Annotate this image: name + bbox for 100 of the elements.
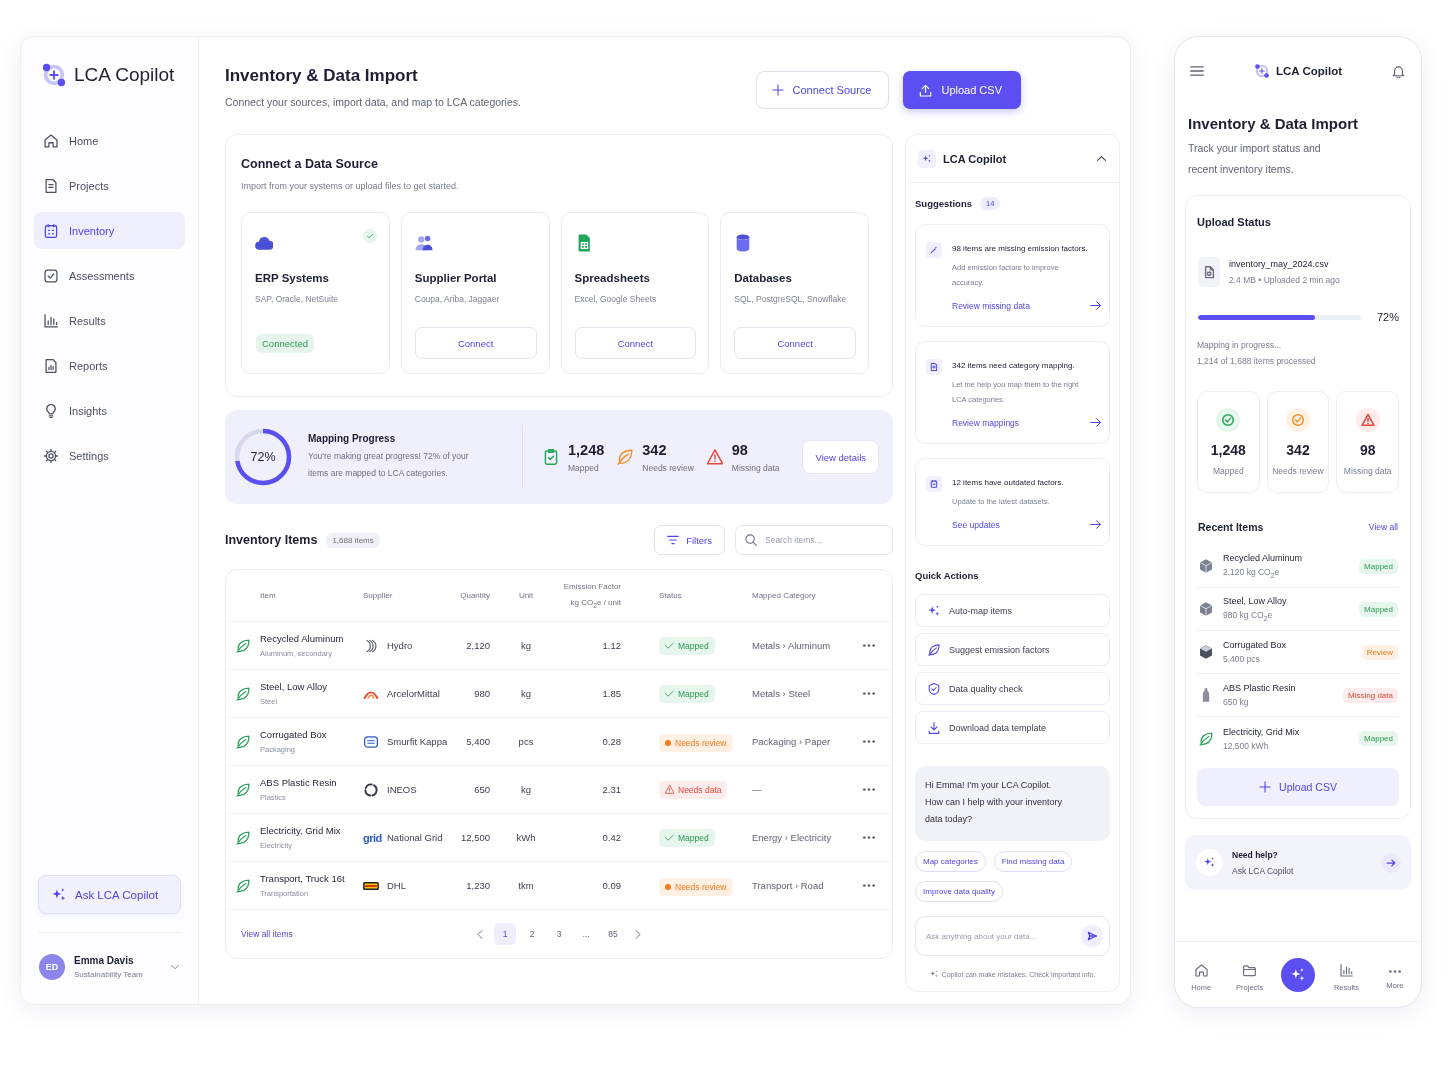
column-header: Quantity [459, 591, 491, 600]
bell-icon[interactable] [1392, 64, 1405, 78]
source-name: Spreadsheets [574, 272, 650, 284]
view-all-link[interactable]: View all [1368, 522, 1398, 532]
suggestion-link[interactable]: See updates [952, 519, 1000, 530]
factor-cell-text: 0.28 [601, 736, 621, 747]
chat-message: How can I help with your inventory data today? [925, 796, 1064, 826]
file-name: inventory_may_2024.csv [1229, 259, 1329, 269]
users-icon [414, 234, 433, 252]
chat-input[interactable]: Ask anything about your data... [915, 916, 1110, 956]
sparkle-icon [1196, 849, 1223, 876]
quick-action[interactable]: Data quality check [915, 672, 1110, 705]
item-name: Steel, Low Alloy [260, 681, 328, 692]
mapped-category: Metals › Aluminum [751, 640, 832, 651]
nav-item[interactable]: Inventory [34, 212, 185, 249]
suggestion-link[interactable]: Review mappings [952, 417, 1020, 428]
page-button[interactable]: 2 [521, 923, 543, 945]
column-header: Status [658, 591, 683, 600]
nav-item[interactable]: Projects [34, 167, 185, 204]
check-icon [665, 833, 674, 843]
item-name: Transport, Truck 16t [260, 873, 345, 884]
nav-item[interactable]: Home [34, 122, 185, 159]
suggestion-chip[interactable]: Improve data quality [915, 881, 1004, 902]
quantity-cell-text: 1,230 [465, 880, 491, 891]
suggestion-chip[interactable]: Find missing data [993, 851, 1073, 872]
upload-csv-button[interactable]: Upload CSV [1197, 768, 1399, 806]
view-all-link[interactable]: View all items [241, 929, 293, 939]
column-header: Emission Factor [563, 582, 621, 592]
count-badge: 1,688 items [326, 532, 380, 548]
status-label: Mapped [678, 688, 709, 699]
ask-copilot-button[interactable]: Ask LCA Copilot [38, 875, 181, 914]
page-button[interactable]: 3 [548, 923, 570, 945]
page-button[interactable]: ... [575, 923, 597, 945]
leaf-icon [236, 878, 250, 893]
status-label: Mapped [678, 832, 709, 843]
report-icon [44, 358, 58, 373]
filter-icon [667, 534, 680, 546]
more-icon[interactable] [863, 788, 875, 791]
more-icon[interactable] [863, 740, 875, 743]
arrow-right-icon[interactable] [1090, 417, 1101, 428]
suggestion-chip[interactable]: Map categories [915, 851, 986, 872]
check-icon [665, 689, 674, 699]
mapped-category: Metals › Steel [751, 688, 812, 699]
item-detail: 650 kg [1223, 697, 1249, 707]
help-card[interactable]: Need help? Ask LCA Copilot [1185, 835, 1411, 890]
more-icon[interactable] [863, 884, 875, 887]
section-title: Quick Actions [915, 570, 979, 581]
send-icon[interactable] [1081, 925, 1103, 947]
more-icon[interactable] [863, 692, 875, 695]
suggestion-title: 12 items have outdated factors. [952, 477, 1064, 489]
chevron-up-icon[interactable] [1097, 154, 1106, 163]
search-icon [745, 534, 757, 546]
page-button[interactable]: 85 [602, 923, 624, 945]
column-header: Supplier [363, 591, 394, 600]
page-button[interactable]: 1 [494, 923, 516, 945]
leaf-icon [236, 830, 250, 845]
nav-item[interactable]: Insights [34, 392, 185, 429]
connect-button[interactable]: Connect [414, 327, 537, 359]
suggestion-title: 98 items are missing emission factors. [952, 243, 1088, 255]
arrow-right-icon[interactable] [1090, 300, 1101, 311]
nav-item[interactable]: Settings [34, 437, 185, 474]
connect-source-button[interactable]: Connect Source [755, 71, 890, 109]
quick-action[interactable]: Suggest emission factors [915, 633, 1110, 666]
arrow-right-icon[interactable] [1090, 519, 1101, 530]
leaf-icon [236, 686, 250, 701]
nav-item[interactable]: Reports [34, 347, 185, 384]
more-icon[interactable] [863, 644, 875, 647]
more-icon[interactable] [863, 836, 875, 839]
stat-label: Missing data [731, 462, 780, 473]
quick-action[interactable]: Auto-map items [915, 594, 1110, 627]
mapped-category: Energy › Electricity [751, 832, 833, 843]
menu-icon[interactable] [1190, 64, 1204, 78]
stat-value: 342 [642, 441, 667, 458]
item-name: Electricity, Grid Mix [260, 825, 341, 836]
nav-item[interactable]: Results [34, 302, 185, 339]
card-title: Upload Status [1197, 216, 1272, 228]
nav-item[interactable]: Assessments [34, 257, 185, 294]
connect-button[interactable]: Connect [574, 327, 697, 359]
status-label: Needs review [675, 737, 727, 748]
quick-action[interactable]: Download data template [915, 711, 1110, 744]
filters-button[interactable]: Filters [654, 525, 725, 555]
supplier-name: ArcelorMittal [387, 688, 440, 699]
cube-icon [1199, 602, 1213, 616]
leaf-icon [928, 643, 940, 656]
search-field[interactable]: Search items... [735, 525, 893, 555]
connect-button[interactable]: Connect [734, 327, 856, 359]
source-systems: Coupa, Ariba, Jaggaer [414, 294, 500, 304]
box-icon [1199, 645, 1213, 659]
upload-csv-button[interactable]: Upload CSV [903, 71, 1021, 109]
brand-name: LCA Copilot [1276, 65, 1342, 77]
item-detail: 5,400 pcs [1223, 654, 1260, 664]
item-name: ABS Plastic Resin [260, 777, 337, 788]
document-icon [44, 178, 58, 193]
sparkle-icon[interactable] [1281, 957, 1315, 992]
status-badge: Review [1361, 644, 1398, 660]
view-details-button[interactable]: View details [802, 440, 879, 474]
source-name: ERP Systems [255, 272, 329, 284]
arrow-right-icon[interactable] [1381, 852, 1401, 873]
suggestion-link[interactable]: Review missing data [952, 300, 1030, 311]
section-title: Suggestions [915, 198, 972, 209]
